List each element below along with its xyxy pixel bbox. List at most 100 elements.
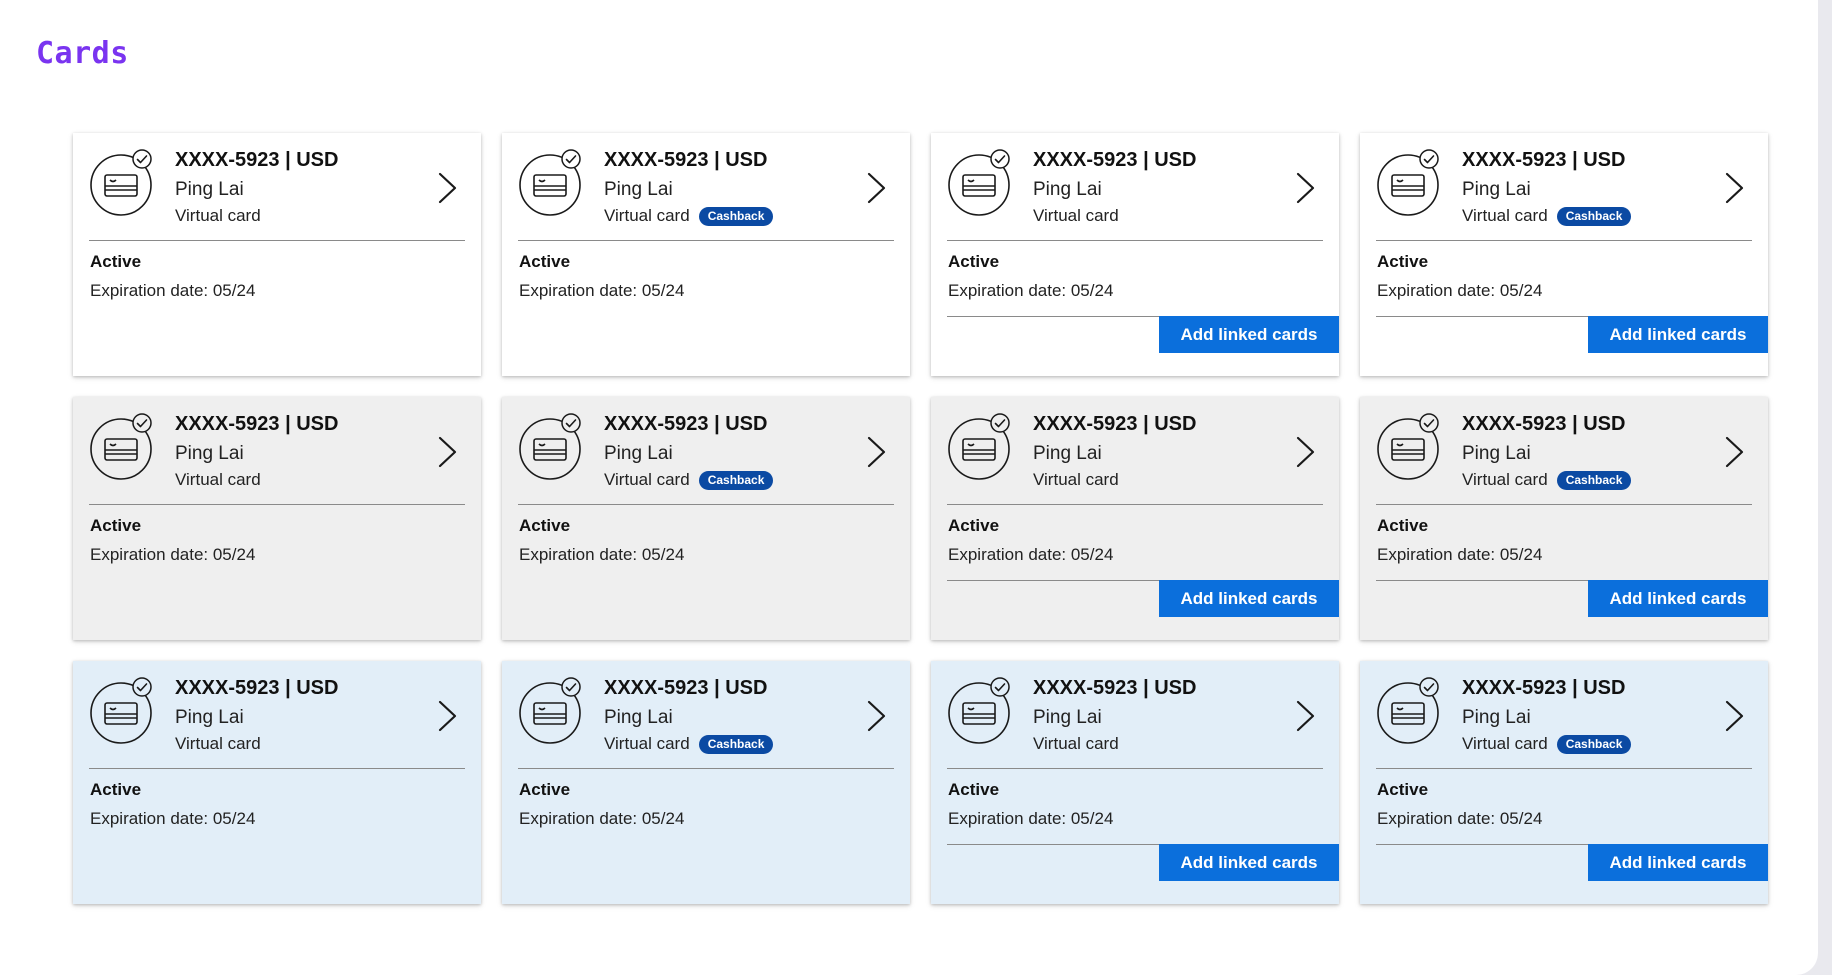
card-number: XXXX-5923 | USD xyxy=(604,413,768,435)
chevron-right-icon[interactable] xyxy=(1295,435,1317,469)
card-expiration: Expiration date: 05/24 xyxy=(1377,281,1543,300)
card-expiration: Expiration date: 05/24 xyxy=(948,281,1114,300)
chevron-right-icon[interactable] xyxy=(1295,699,1317,733)
card-tile-1[interactable]: XXXX-5923 | USD Ping Lai Virtual card Ac… xyxy=(73,133,481,376)
card-type-row: Virtual card xyxy=(1033,733,1119,755)
card-status: Active xyxy=(519,516,571,535)
chevron-right-icon[interactable] xyxy=(1724,699,1746,733)
chevron-right-icon[interactable] xyxy=(1724,435,1746,469)
card-type: Virtual card xyxy=(604,206,690,225)
card-tile-11[interactable]: XXXX-5923 | USD Ping Lai Virtual card Ac… xyxy=(931,661,1339,904)
card-status: Active xyxy=(519,780,571,799)
card-number: XXXX-5923 | USD xyxy=(175,413,339,435)
card-number: XXXX-5923 | USD xyxy=(604,677,768,699)
credit-card-icon xyxy=(947,413,1021,487)
card-divider xyxy=(89,504,465,505)
card-type-row: Virtual card xyxy=(1033,205,1119,227)
card-type-row: Virtual card xyxy=(175,205,261,227)
cardholder-name: Ping Lai xyxy=(1462,443,1531,464)
card-type: Virtual card xyxy=(1462,206,1548,225)
card-type: Virtual card xyxy=(1033,470,1119,489)
card-number: XXXX-5923 | USD xyxy=(175,677,339,699)
card-type-row: Virtual card Cashback xyxy=(604,733,774,755)
card-divider xyxy=(518,504,894,505)
card-type-row: Virtual card Cashback xyxy=(1462,469,1632,491)
card-number: XXXX-5923 | USD xyxy=(1462,413,1626,435)
card-type: Virtual card xyxy=(175,206,261,225)
card-type-row: Virtual card xyxy=(175,469,261,491)
card-tile-8[interactable]: XXXX-5923 | USD Ping Lai Virtual card Ca… xyxy=(1360,397,1768,640)
credit-card-icon xyxy=(1376,149,1450,223)
card-type: Virtual card xyxy=(1033,206,1119,225)
card-type-row: Virtual card Cashback xyxy=(1462,733,1632,755)
chevron-right-icon[interactable] xyxy=(437,171,459,205)
card-status: Active xyxy=(90,516,142,535)
card-number: XXXX-5923 | USD xyxy=(1033,149,1197,171)
cashback-badge: Cashback xyxy=(698,206,774,226)
add-linked-cards-button[interactable]: Add linked cards xyxy=(1588,844,1768,881)
add-linked-cards-button[interactable]: Add linked cards xyxy=(1588,580,1768,617)
add-linked-cards-button[interactable]: Add linked cards xyxy=(1588,316,1768,353)
cashback-badge: Cashback xyxy=(698,734,774,754)
card-type-row: Virtual card xyxy=(175,733,261,755)
card-tile-12[interactable]: XXXX-5923 | USD Ping Lai Virtual card Ca… xyxy=(1360,661,1768,904)
chevron-right-icon[interactable] xyxy=(437,435,459,469)
card-type: Virtual card xyxy=(1462,734,1548,753)
card-type: Virtual card xyxy=(604,734,690,753)
card-type: Virtual card xyxy=(1462,470,1548,489)
card-grid: XXXX-5923 | USD Ping Lai Virtual card Ac… xyxy=(73,133,1768,904)
card-expiration: Expiration date: 05/24 xyxy=(948,809,1114,828)
cashback-badge: Cashback xyxy=(698,470,774,490)
card-tile-2[interactable]: XXXX-5923 | USD Ping Lai Virtual card Ca… xyxy=(502,133,910,376)
card-tile-6[interactable]: XXXX-5923 | USD Ping Lai Virtual card Ca… xyxy=(502,397,910,640)
chevron-right-icon[interactable] xyxy=(437,699,459,733)
cardholder-name: Ping Lai xyxy=(1033,179,1102,200)
cashback-badge: Cashback xyxy=(1556,470,1632,490)
card-status: Active xyxy=(1377,252,1429,271)
chevron-right-icon[interactable] xyxy=(866,171,888,205)
cardholder-name: Ping Lai xyxy=(1462,707,1531,728)
page-title: Cards xyxy=(36,36,129,71)
card-expiration: Expiration date: 05/24 xyxy=(90,281,256,300)
card-expiration: Expiration date: 05/24 xyxy=(519,281,685,300)
add-linked-cards-button[interactable]: Add linked cards xyxy=(1159,316,1339,353)
chevron-right-icon[interactable] xyxy=(866,699,888,733)
cardholder-name: Ping Lai xyxy=(604,707,673,728)
card-number: XXXX-5923 | USD xyxy=(1462,677,1626,699)
page-frame: Cards XXXX-5923 | USD Ping Lai Virtual c… xyxy=(0,0,1818,975)
card-tile-10[interactable]: XXXX-5923 | USD Ping Lai Virtual card Ca… xyxy=(502,661,910,904)
card-tile-4[interactable]: XXXX-5923 | USD Ping Lai Virtual card Ca… xyxy=(1360,133,1768,376)
card-divider xyxy=(89,768,465,769)
card-expiration: Expiration date: 05/24 xyxy=(1377,545,1543,564)
card-divider xyxy=(1376,768,1752,769)
card-type: Virtual card xyxy=(175,734,261,753)
card-type-row: Virtual card Cashback xyxy=(604,205,774,227)
card-expiration: Expiration date: 05/24 xyxy=(1377,809,1543,828)
card-type: Virtual card xyxy=(1033,734,1119,753)
card-divider xyxy=(518,240,894,241)
card-tile-5[interactable]: XXXX-5923 | USD Ping Lai Virtual card Ac… xyxy=(73,397,481,640)
card-divider xyxy=(89,240,465,241)
card-divider xyxy=(947,768,1323,769)
cardholder-name: Ping Lai xyxy=(604,179,673,200)
chevron-right-icon[interactable] xyxy=(1724,171,1746,205)
add-linked-cards-button[interactable]: Add linked cards xyxy=(1159,580,1339,617)
cashback-badge: Cashback xyxy=(1556,734,1632,754)
cardholder-name: Ping Lai xyxy=(1033,443,1102,464)
card-number: XXXX-5923 | USD xyxy=(604,149,768,171)
card-number: XXXX-5923 | USD xyxy=(1462,149,1626,171)
chevron-right-icon[interactable] xyxy=(866,435,888,469)
credit-card-icon xyxy=(947,677,1021,751)
card-status: Active xyxy=(948,516,1000,535)
credit-card-icon xyxy=(89,677,163,751)
card-number: XXXX-5923 | USD xyxy=(175,149,339,171)
card-status: Active xyxy=(1377,780,1429,799)
add-linked-cards-button[interactable]: Add linked cards xyxy=(1159,844,1339,881)
card-tile-7[interactable]: XXXX-5923 | USD Ping Lai Virtual card Ac… xyxy=(931,397,1339,640)
credit-card-icon xyxy=(89,149,163,223)
credit-card-icon xyxy=(947,149,1021,223)
card-tile-9[interactable]: XXXX-5923 | USD Ping Lai Virtual card Ac… xyxy=(73,661,481,904)
card-tile-3[interactable]: XXXX-5923 | USD Ping Lai Virtual card Ac… xyxy=(931,133,1339,376)
chevron-right-icon[interactable] xyxy=(1295,171,1317,205)
credit-card-icon xyxy=(89,413,163,487)
